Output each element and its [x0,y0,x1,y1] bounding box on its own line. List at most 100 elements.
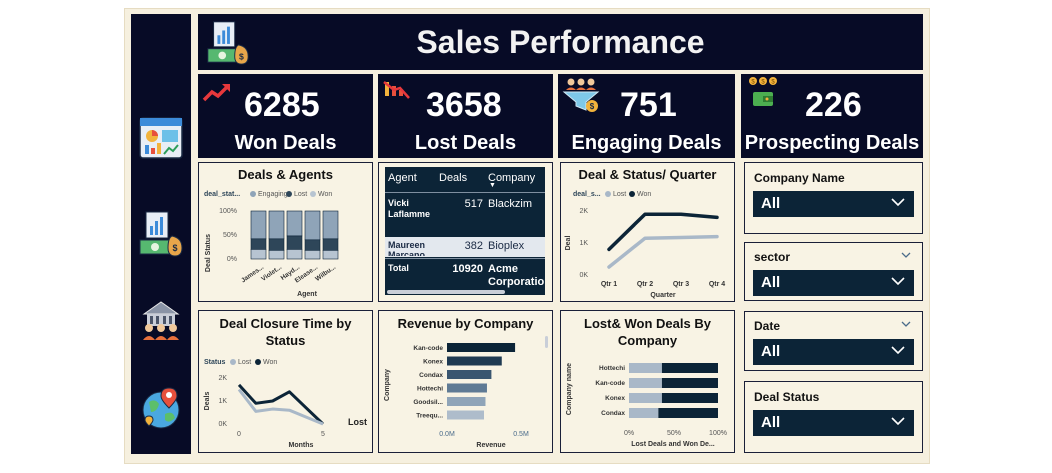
bar-lost[interactable] [629,363,662,373]
chevron-down-icon[interactable] [900,251,912,259]
line-won[interactable] [237,388,324,426]
bar-won[interactable] [268,250,285,260]
sort-desc-icon[interactable]: ▼ [489,182,496,189]
col-header-deals[interactable]: Deals [439,172,467,184]
page-title: Sales Performance [416,24,705,60]
deal-status-dropdown[interactable]: All [753,410,914,436]
legend-dot-won [629,191,635,197]
status-quarter-svg: deal_s... Lost Won Deal 2K 1K 0K Qtr 1 Q… [565,191,725,299]
legend-won: Won [263,359,277,366]
y-tick: Konex [423,359,443,366]
y-tick: Condax [419,372,443,379]
slicer-deal-status: Deal Status All [744,381,923,453]
chart-scrollbar[interactable] [545,336,548,348]
revenue-company-chart[interactable]: Revenue by Company Company Kan-code Konex… [378,310,553,453]
bar-engaging[interactable] [286,210,303,237]
svg-text:$: $ [590,102,595,111]
date-dropdown[interactable]: All [753,339,914,365]
legend-title: deal_stat... [204,191,240,198]
bar-engaging[interactable] [322,210,339,240]
chart-title: Revenue by Company [397,316,534,331]
sector-dropdown[interactable]: All [753,270,914,296]
legend-dot-lost [230,359,236,365]
bar-lost[interactable] [629,378,662,388]
bar-lost[interactable] [268,238,285,251]
legend-engaging: Engaging [258,191,288,198]
line-lost[interactable] [607,234,719,269]
bar-won[interactable] [661,393,718,403]
team-building-icon[interactable] [138,294,184,342]
chart-title: Deals & Agents [238,167,333,182]
bar-engaging[interactable] [268,210,285,240]
bar-won[interactable] [286,249,303,260]
bar-revenue[interactable] [447,343,516,352]
agent-deals-table-panel: Agent Deals Company ▼ Vicki Laflamme 517… [378,162,553,302]
bar-revenue[interactable] [447,410,484,420]
y-tick: Kan-code [595,380,625,387]
table-scrollbar[interactable] [387,290,505,294]
y-tick: 0K [579,272,588,279]
chart-title: Deal Closure Time by Status [219,316,352,348]
table-total-row: Total 10920 Acme Corporation [385,258,545,291]
bar-won[interactable] [304,250,321,260]
bar-revenue[interactable] [447,370,492,379]
bar-won[interactable] [322,250,339,260]
y-tick: Goodsil... [413,399,443,406]
dropdown-value: All [761,343,781,360]
y-axis-title: Deal Status [205,234,212,272]
col-header-agent[interactable]: Agent [388,172,417,184]
cell-agent: Maureen Marcano [388,240,426,256]
bar-won[interactable] [658,408,718,418]
agent-deals-table[interactable]: Agent Deals Company ▼ Vicki Laflamme 517… [385,167,545,295]
won-deals-label: Won Deals [234,132,337,154]
bar-engaging[interactable] [304,210,321,241]
bar-revenue[interactable] [447,356,502,366]
company-name-dropdown[interactable]: All [753,191,914,217]
header-bar: $ Sales Performance [198,14,923,70]
lost-won-company-chart[interactable]: Lost& Won Deals By Company Company name … [560,310,735,453]
table-row[interactable]: Maureen Marcano 382 Bioplex [385,237,545,257]
bar-lost[interactable] [286,235,303,250]
status-quarter-chart[interactable]: Deal & Status/ Quarter deal_s... Lost Wo… [560,162,735,302]
y-axis-title: Deal [565,236,572,251]
bar-won[interactable] [661,363,718,373]
closure-time-chart[interactable]: Deal Closure Time by Status Status Lost … [198,310,373,453]
bar-revenue[interactable] [447,397,486,406]
bar-lost[interactable] [629,408,659,418]
legend-dot-lost [286,191,292,197]
x-tick: 0.0M [439,431,455,438]
bar-lost[interactable] [304,239,321,251]
cell-company: Blackzim [488,198,533,210]
chevron-down-icon [891,277,905,286]
cell-agent: Vicki Laflamme [388,198,431,219]
x-axis-title: Agent [297,291,318,298]
slicer-sector: sector All [744,242,923,301]
bar-lost[interactable] [250,238,267,250]
x-tick: Qtr 4 [709,281,725,288]
bar-won[interactable] [661,378,718,388]
y-tick: Hottechi [417,386,443,393]
bar-engaging[interactable] [250,210,267,240]
cell-deals: 382 [464,240,483,252]
sales-money-icon[interactable]: $ [138,208,184,258]
x-tick: 0 [237,431,241,438]
lost-won-company-svg: Company name Hottechi Kan-code Konex Condax… [566,363,727,448]
chevron-down-icon [891,198,905,207]
x-tick: Qtr 3 [673,281,689,288]
total-deals: 10920 [452,263,483,275]
y-axis-title: Deals [204,392,211,411]
bar-lost[interactable] [322,238,339,251]
bar-lost[interactable] [629,393,662,403]
deals-agents-chart[interactable]: Deals & Agents deal_stat... Engaging Los… [198,162,373,302]
x-axis-title: Revenue [476,442,505,449]
line-won[interactable] [607,212,719,252]
chevron-down-icon[interactable] [900,320,912,328]
y-tick: 2K [218,375,227,382]
closure-time-svg: Status Lost Won Deals 2K 1K 0K Lost 0 5 … [204,359,367,449]
globe-map-icon[interactable] [139,384,185,432]
table-row[interactable]: Vicki Laflamme 517 Blackzim [385,194,545,236]
dashboard-icon[interactable] [138,114,184,162]
bar-revenue[interactable] [447,383,487,393]
bar-won[interactable] [250,249,267,260]
x-axis-title: Quarter [650,292,676,299]
